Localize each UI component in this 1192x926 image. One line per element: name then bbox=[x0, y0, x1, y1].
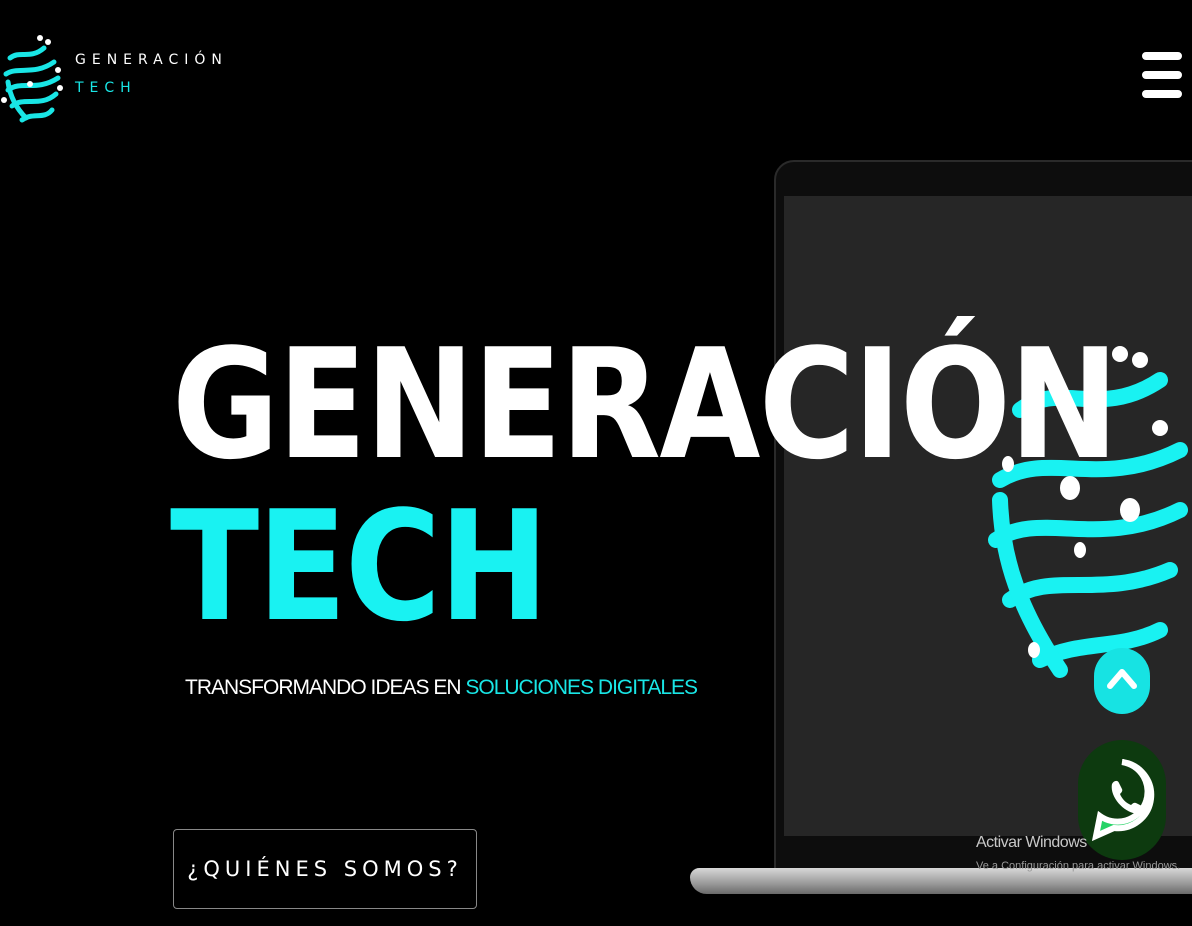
site-logo[interactable]: GENERACIÓN TECH bbox=[0, 28, 222, 138]
chevron-up-icon bbox=[1107, 669, 1137, 689]
fingerprint-logo-icon bbox=[1, 35, 63, 123]
menu-bar bbox=[1142, 90, 1182, 98]
logo-text-generacion: GENERACIÓN bbox=[75, 52, 228, 68]
quienes-somos-button[interactable]: ¿QUIÉNES SOMOS? bbox=[173, 829, 477, 909]
hero-title-tech: TECH bbox=[170, 478, 549, 655]
menu-bar bbox=[1142, 71, 1182, 79]
whatsapp-button[interactable] bbox=[1078, 740, 1166, 860]
logo-text-tech: TECH bbox=[75, 80, 137, 96]
tagline-part-2: SOLUCIONES DIGITALES bbox=[465, 676, 698, 699]
windows-activation-subtitle: Ve a Configuración para activar Windows. bbox=[976, 860, 1181, 872]
hamburger-menu-icon[interactable] bbox=[1142, 52, 1182, 98]
page: GENERACIÓN TECH GENERACIÓN TECH TRANSFOR… bbox=[0, 0, 1192, 926]
hero-tagline: TRANSFORMANDO IDEAS EN SOLUCIONES DIGITA… bbox=[185, 676, 698, 700]
windows-activation-title: Activar Windows bbox=[976, 834, 1087, 851]
scroll-to-top-button[interactable] bbox=[1094, 648, 1150, 714]
menu-bar bbox=[1142, 52, 1182, 60]
hero-title-generacion: GENERACIÓN bbox=[172, 316, 1119, 493]
whatsapp-icon bbox=[1091, 759, 1155, 842]
tagline-part-1: TRANSFORMANDO IDEAS EN bbox=[185, 676, 466, 699]
